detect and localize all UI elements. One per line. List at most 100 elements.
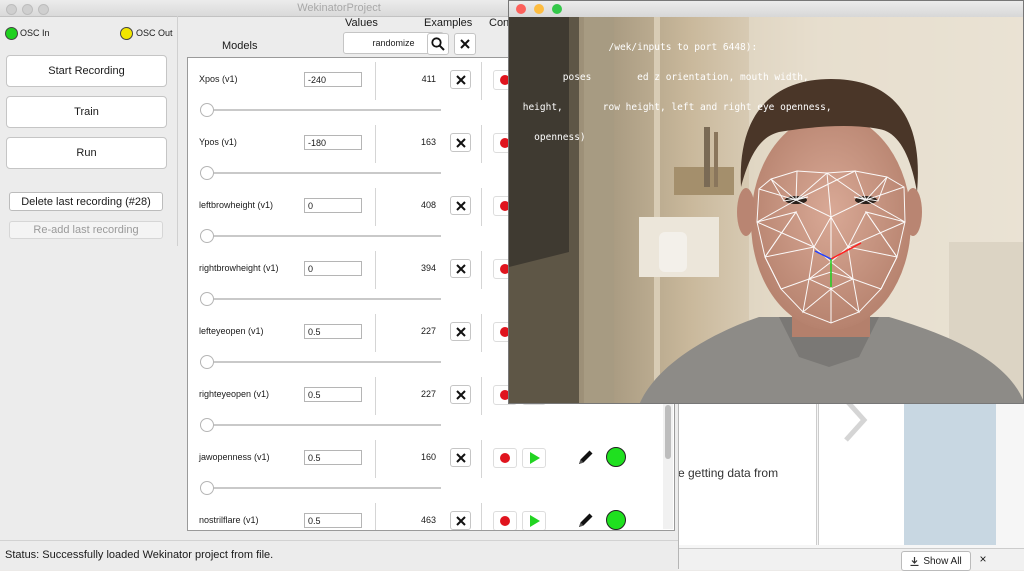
value-slider[interactable] (200, 292, 441, 306)
slider-knob[interactable] (200, 103, 214, 117)
camera-titlebar (509, 1, 1023, 18)
slider-knob[interactable] (200, 229, 214, 243)
model-value-input[interactable]: 0 (304, 261, 362, 276)
delete-examples-button[interactable] (450, 322, 471, 341)
osc-output-overlay-text: /wek/inputs to port 6448): poses ed z or… (517, 23, 1022, 163)
download-icon (910, 556, 919, 566)
divider (375, 440, 376, 478)
model-name: leftbrowheight (v1) (199, 200, 274, 210)
delete-examples-button[interactable] (450, 511, 471, 530)
slider-knob[interactable] (200, 418, 214, 432)
divider (481, 377, 482, 415)
divider (375, 503, 376, 530)
example-count: 463 (420, 515, 436, 525)
overlay-line: openness) (517, 132, 586, 143)
model-name: jawopenness (v1) (199, 452, 270, 462)
play-icon (529, 452, 540, 464)
edit-model-button[interactable] (576, 448, 596, 466)
example-count: 163 (420, 137, 436, 147)
value-slider[interactable] (200, 355, 441, 369)
delete-examples-button[interactable] (450, 70, 471, 89)
run-toggle-button[interactable] (522, 511, 546, 530)
x-icon (455, 74, 466, 85)
x-icon (455, 452, 466, 463)
model-value-input[interactable]: -240 (304, 72, 362, 87)
scrollbar-thumb[interactable] (665, 405, 671, 459)
slider-knob[interactable] (200, 292, 214, 306)
divider (481, 188, 482, 226)
minimize-camera-window-button[interactable] (534, 4, 544, 14)
models-header: Models (222, 40, 258, 52)
osc-in-indicator (5, 27, 18, 40)
overlay-line: poses ed z orientation, mouth width, (517, 72, 809, 83)
x-icon (455, 137, 466, 148)
slider-knob[interactable] (200, 481, 214, 495)
status-text: Status: Successfully loaded Wekinator pr… (5, 549, 274, 561)
examples-header: Examples (424, 17, 473, 29)
start-recording-button[interactable]: Start Recording (6, 55, 167, 87)
divider (481, 251, 482, 289)
model-value-input[interactable]: 0.5 (304, 450, 362, 465)
readd-last-recording-button[interactable]: Re-add last recording (9, 221, 163, 239)
value-slider[interactable] (200, 418, 441, 432)
pencil-icon (579, 513, 593, 527)
model-value-input[interactable]: 0.5 (304, 513, 362, 528)
x-icon (455, 326, 466, 337)
show-all-label: Show All (923, 555, 962, 567)
model-name: lefteyeopen (v1) (199, 326, 264, 336)
model-value-input[interactable]: 0.5 (304, 324, 362, 339)
record-toggle-button[interactable] (493, 511, 517, 530)
value-slider[interactable] (200, 481, 441, 495)
model-name: righteyeopen (v1) (199, 389, 270, 399)
model-status-indicator[interactable] (606, 510, 626, 530)
overlay-line: height, row height, left and right eye o… (517, 102, 832, 113)
value-slider[interactable] (200, 103, 441, 117)
delete-examples-button[interactable] (450, 259, 471, 278)
value-slider[interactable] (200, 229, 441, 243)
model-row: jawopenness (v1) 0.5 160 (188, 436, 674, 500)
train-button[interactable]: Train (6, 96, 167, 128)
face-tracker-window: /wek/inputs to port 6448): poses ed z or… (508, 0, 1024, 404)
play-icon (529, 515, 540, 527)
model-value-input[interactable]: -180 (304, 135, 362, 150)
x-icon (455, 389, 466, 400)
osc-out-label: OSC Out (136, 28, 173, 38)
model-value-input[interactable]: 0 (304, 198, 362, 213)
close-camera-window-button[interactable] (516, 4, 526, 14)
divider (375, 188, 376, 226)
delete-last-recording-button[interactable]: Delete last recording (#28) (9, 192, 163, 211)
osc-in-label: OSC In (20, 28, 50, 38)
delete-examples-button[interactable] (450, 448, 471, 467)
slider-knob[interactable] (200, 166, 214, 180)
model-status-indicator[interactable] (606, 447, 626, 467)
run-toggle-button[interactable] (522, 448, 546, 468)
search-examples-button[interactable] (427, 33, 449, 55)
delete-all-examples-button[interactable] (454, 33, 476, 55)
model-name: rightbrowheight (v1) (199, 263, 279, 273)
divider (481, 314, 482, 352)
divider (375, 62, 376, 100)
divider (481, 503, 482, 530)
edit-model-button[interactable] (576, 511, 596, 529)
chevron-right-icon[interactable] (842, 398, 868, 442)
value-slider[interactable] (200, 166, 441, 180)
x-icon (455, 515, 466, 526)
run-button[interactable]: Run (6, 137, 167, 169)
zoom-camera-window-button[interactable] (552, 4, 562, 14)
delete-examples-button[interactable] (450, 196, 471, 215)
slider-knob[interactable] (200, 355, 214, 369)
example-count: 227 (420, 389, 436, 399)
x-icon (460, 39, 470, 49)
divider (481, 62, 482, 100)
delete-examples-button[interactable] (450, 385, 471, 404)
divider (375, 251, 376, 289)
delete-examples-button[interactable] (450, 133, 471, 152)
example-count: 411 (421, 74, 436, 84)
show-all-button[interactable]: Show All (901, 551, 971, 571)
record-toggle-button[interactable] (493, 448, 517, 468)
model-value-input[interactable]: 0.5 (304, 387, 362, 402)
osc-out-indicator (120, 27, 133, 40)
close-icon[interactable]: × (976, 552, 990, 566)
example-count: 408 (420, 200, 436, 210)
example-count: 227 (420, 326, 436, 336)
